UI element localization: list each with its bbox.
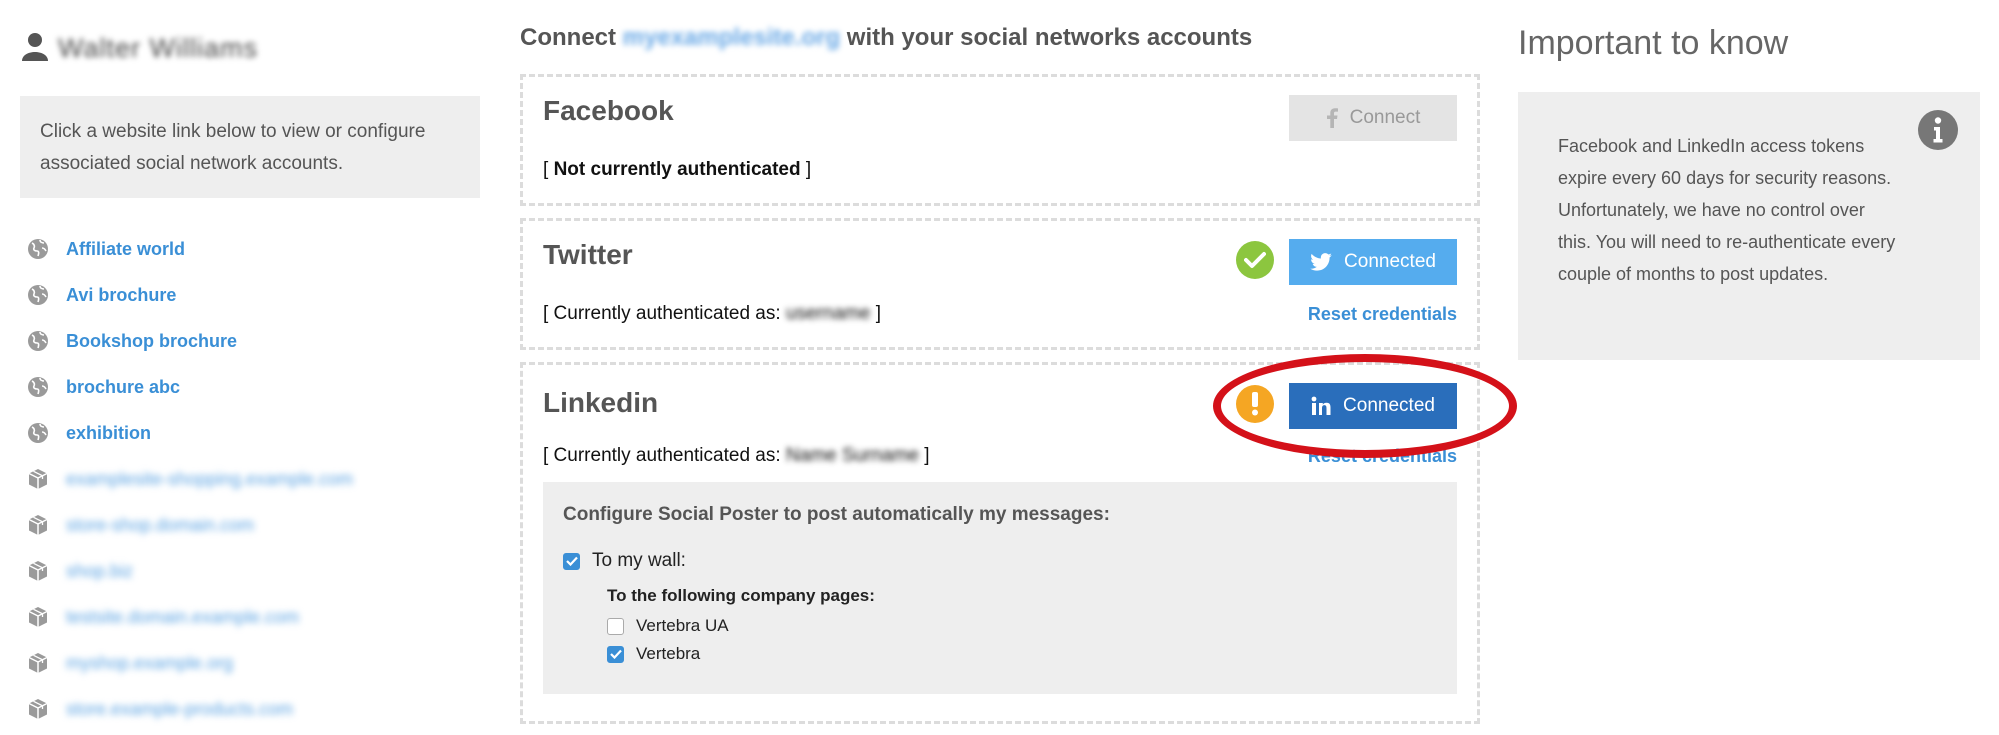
auth-label: [ Currently authenticated as:	[543, 445, 781, 466]
linkedin-config-panel: Configure Social Poster to post automati…	[543, 482, 1457, 694]
website-item[interactable]: Avi brochure	[20, 272, 480, 318]
wall-checkbox[interactable]	[563, 552, 580, 570]
company-pages-title: To the following company pages:	[607, 586, 875, 605]
twitter-card: Twitter Connected [ Currently authentica…	[520, 218, 1480, 350]
linkedin-auth-status: [ Currently authenticated as: Name Surna…	[543, 445, 930, 467]
twitter-reset-credentials-link[interactable]: Reset credentials	[1308, 304, 1457, 325]
facebook-auth-status: [ Not currently authenticated ]	[543, 159, 811, 181]
website-link[interactable]: examplesite-shopping.example.com	[66, 469, 353, 490]
twitter-connected-button[interactable]: Connected	[1289, 239, 1457, 285]
website-item[interactable]: brochure abc	[20, 364, 480, 410]
title-suffix: with your social networks accounts	[846, 24, 1253, 51]
website-item[interactable]: store-shop.domain.com	[20, 502, 480, 548]
auth-bracket-close: ]	[805, 159, 812, 180]
globe-icon	[26, 329, 50, 353]
highlight-annotation	[1213, 354, 1517, 458]
website-item[interactable]: myshop.example.org	[20, 640, 480, 686]
important-note-box: Facebook and LinkedIn access tokens expi…	[1518, 92, 1980, 360]
website-list: Affiliate world Avi brochure Bookshop broc…	[20, 226, 480, 732]
wall-label: To my wall:	[592, 550, 686, 571]
user-icon	[20, 31, 50, 66]
facebook-card: Facebook Connect [ Not currently authent…	[520, 74, 1480, 206]
facebook-button-label: Connect	[1349, 107, 1421, 128]
cube-icon	[26, 651, 50, 675]
globe-icon	[26, 421, 50, 445]
important-note-text: Facebook and LinkedIn access tokens expi…	[1558, 136, 1896, 284]
twitter-auth-status: [ Currently authenticated as: username ]	[543, 303, 881, 325]
website-link[interactable]: brochure abc	[66, 377, 180, 398]
facebook-connect-button[interactable]: Connect	[1289, 95, 1457, 141]
facebook-auth-text: Not currently authenticated	[553, 159, 801, 180]
website-item[interactable]: testsite.domain.example.com	[20, 594, 480, 640]
globe-icon	[26, 237, 50, 261]
company-page-label: Vertebra	[636, 644, 701, 663]
company-page-option: Vertebra	[607, 644, 1437, 664]
website-item[interactable]: Bookshop brochure	[20, 318, 480, 364]
linkedin-username: Name Surname	[785, 445, 919, 466]
info-icon	[1918, 110, 1958, 150]
globe-icon	[26, 375, 50, 399]
website-link[interactable]: Avi brochure	[66, 285, 176, 306]
title-domain: myexamplesite.org	[622, 24, 841, 51]
website-link[interactable]: exhibition	[66, 423, 151, 444]
website-link[interactable]: store.example-products.com	[66, 699, 293, 720]
user-name: Walter Williams	[58, 32, 258, 63]
important-title: Important to know	[1518, 24, 1789, 62]
company-page-checkbox[interactable]	[607, 645, 624, 663]
auth-label: [ Currently authenticated as:	[543, 303, 781, 324]
website-link[interactable]: shop.biz	[66, 561, 133, 582]
website-item[interactable]: Affiliate world	[20, 226, 480, 272]
user-row: Walter Williams	[20, 28, 480, 68]
globe-icon	[26, 283, 50, 307]
cube-icon	[26, 559, 50, 583]
website-link[interactable]: Affiliate world	[66, 239, 185, 260]
website-item[interactable]: shop.biz	[20, 548, 480, 594]
config-title: Configure Social Poster to post automati…	[563, 504, 1110, 525]
cube-icon	[26, 697, 50, 721]
important-panel: Important to know Facebook and LinkedIn …	[1518, 24, 1980, 360]
facebook-icon	[1326, 108, 1338, 128]
title-prefix: Connect	[520, 24, 616, 51]
check-icon	[1236, 241, 1274, 279]
website-item[interactable]: examplesite-shopping.example.com	[20, 456, 480, 502]
company-page-checkbox[interactable]	[607, 617, 624, 635]
sidebar-info-box: Click a website link below to view or co…	[20, 96, 480, 198]
website-link[interactable]: Bookshop brochure	[66, 331, 237, 352]
auth-bracket-open: [	[543, 159, 549, 180]
page-title: Connect myexamplesite.org with your soci…	[520, 24, 1480, 56]
sidebar: Walter Williams Click a website link bel…	[20, 28, 480, 732]
website-item[interactable]: store.example-products.com	[20, 686, 480, 732]
company-page-label: Vertebra UA	[636, 616, 729, 635]
wall-option-row: To my wall:	[563, 550, 1437, 572]
website-item[interactable]: exhibition	[20, 410, 480, 456]
website-link[interactable]: myshop.example.org	[66, 653, 233, 674]
website-link[interactable]: testsite.domain.example.com	[66, 607, 299, 628]
auth-bracket-close: ]	[875, 303, 881, 324]
auth-bracket-close: ]	[924, 445, 930, 466]
cube-icon	[26, 467, 50, 491]
cube-icon	[26, 605, 50, 629]
twitter-username: username	[785, 303, 871, 324]
website-link[interactable]: store-shop.domain.com	[66, 515, 254, 536]
company-page-option: Vertebra UA	[607, 616, 1437, 636]
company-pages-list: Vertebra UA Vertebra	[607, 616, 1437, 664]
twitter-icon	[1310, 253, 1332, 271]
twitter-button-label: Connected	[1344, 251, 1436, 272]
cube-icon	[26, 513, 50, 537]
